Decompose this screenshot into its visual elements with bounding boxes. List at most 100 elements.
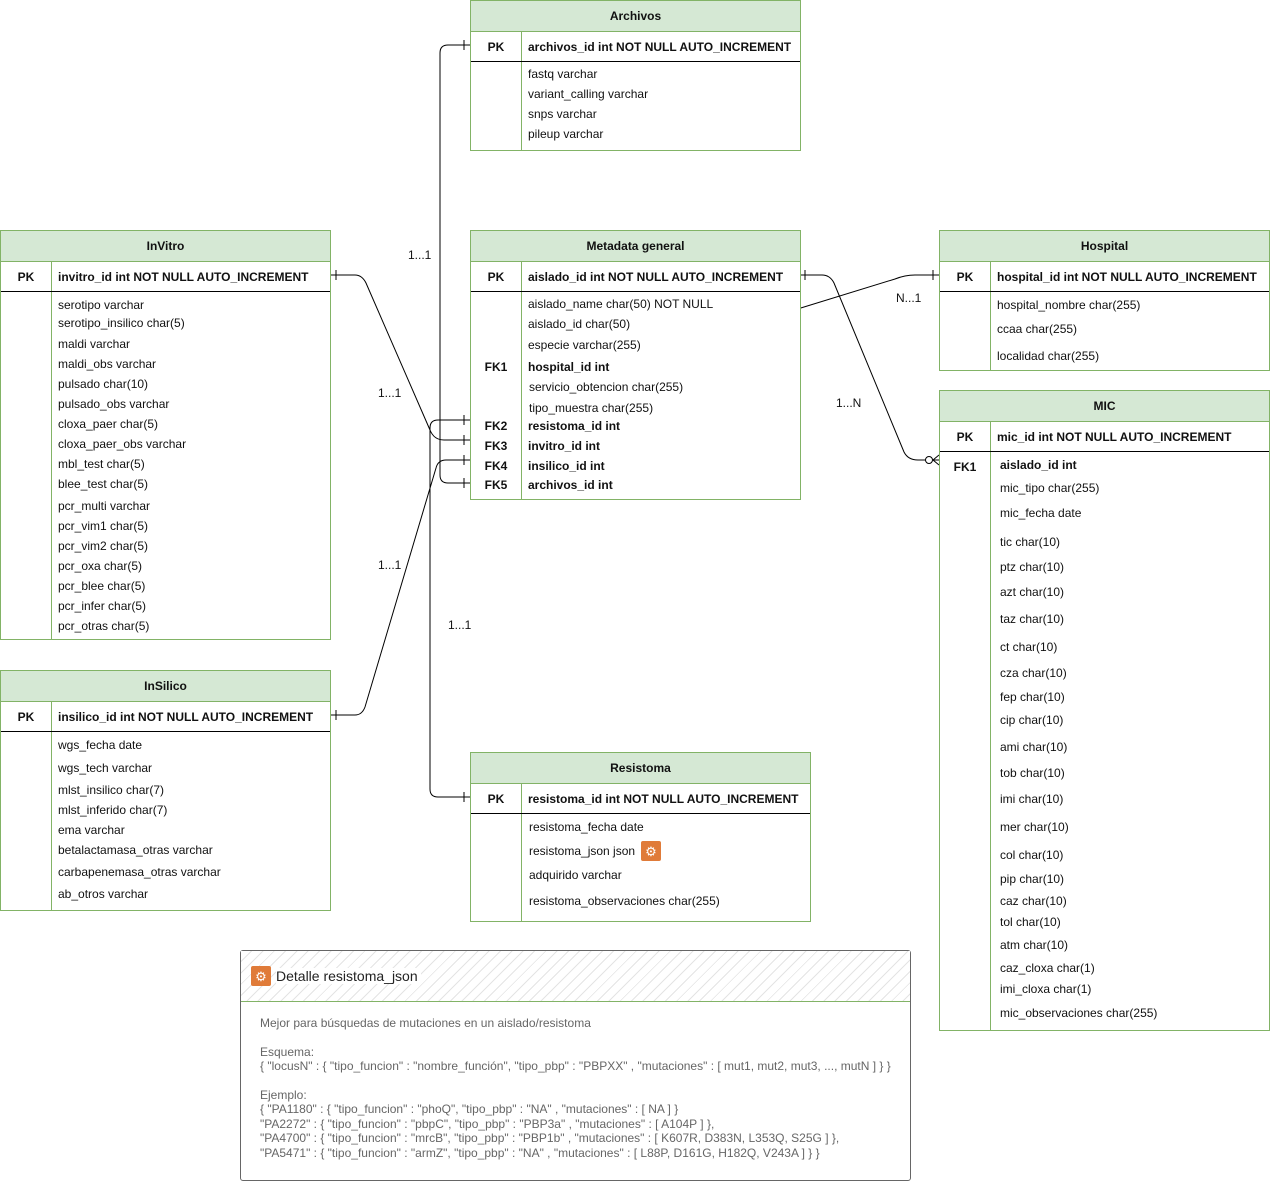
note-schema: { "locusN" : { "tipo_funcion" : "nombre_… xyxy=(260,1059,891,1073)
pk-field: archivos_id int NOT NULL AUTO_INCREMENT xyxy=(528,40,792,54)
relation-label-mic: 1...N xyxy=(836,396,862,410)
entity-insilico[interactable]: InSilico PK insilico_id int NOT NULL AUT… xyxy=(0,670,331,911)
field: pcr_multi varchar xyxy=(58,499,151,513)
field: fastq varchar xyxy=(528,67,598,81)
key-column xyxy=(940,292,991,371)
field: wgs_fecha date xyxy=(58,738,143,752)
field: ptz char(10) xyxy=(1000,560,1065,574)
pk-label: PK xyxy=(487,792,505,806)
field: tob char(10) xyxy=(1000,766,1065,780)
note-schema-label: Esquema: xyxy=(260,1045,315,1059)
field: tipo_muestra char(255) xyxy=(529,401,654,415)
field: mbl_test char(5) xyxy=(58,457,145,471)
fk-label: FK1 xyxy=(953,460,977,474)
pk-row: PK invitro_id int NOT NULL AUTO_INCREMEN… xyxy=(1,262,330,292)
fk-label: FK2 xyxy=(484,419,508,433)
key-column xyxy=(1,732,52,911)
relation-resistoma-line xyxy=(429,419,470,798)
field: cloxa_paer char(5) xyxy=(58,417,159,431)
entity-metadata-general[interactable]: Metadata general PK aislado_id int NOT N… xyxy=(470,230,801,500)
fk-field: invitro_id int xyxy=(528,439,600,453)
field: ema varchar xyxy=(58,823,125,837)
fields-section: aislado_name char(50) NOT NULL aislado_i… xyxy=(471,292,800,500)
field: cza char(10) xyxy=(1000,666,1067,680)
field: tic char(10) xyxy=(1000,535,1061,549)
field: cip char(10) xyxy=(1000,713,1064,727)
pk-field: insilico_id int NOT NULL AUTO_INCREMENT xyxy=(58,710,314,724)
entity-mic[interactable]: MIC PK mic_id int NOT NULL AUTO_INCREMEN… xyxy=(939,390,1270,1031)
field: pcr_blee char(5) xyxy=(58,579,146,593)
field: col char(10) xyxy=(1000,848,1064,862)
field: caz char(10) xyxy=(1000,894,1067,908)
field: pileup varchar xyxy=(528,127,604,141)
field: pcr_vim1 char(5) xyxy=(58,519,149,533)
fk-field: archivos_id int xyxy=(528,478,613,492)
fk-field: aislado_id int xyxy=(1000,458,1077,472)
fk-field: insilico_id int xyxy=(528,459,605,473)
entity-resistoma[interactable]: Resistoma PK resistoma_id int NOT NULL A… xyxy=(470,752,811,922)
relation-label-archivos: 1...1 xyxy=(408,248,432,262)
relation-invitro-line xyxy=(330,274,470,441)
field: serotipo varchar xyxy=(58,298,145,312)
field: taz char(10) xyxy=(1000,612,1065,626)
field: tol char(10) xyxy=(1000,915,1061,929)
fk-label: FK4 xyxy=(484,459,508,473)
field: betalactamasa_otras varchar xyxy=(58,843,213,857)
entity-title: Hospital xyxy=(940,231,1269,262)
field: pip char(10) xyxy=(1000,872,1065,886)
relation-label-invitro: 1...1 xyxy=(378,386,402,400)
note-example-label: Ejemplo: xyxy=(260,1088,307,1102)
note-description: Mejor para búsquedas de mutaciones en un… xyxy=(260,1016,591,1030)
pk-field: hospital_id int NOT NULL AUTO_INCREMENT xyxy=(997,270,1257,284)
key-column xyxy=(1,292,52,640)
field: especie varchar(255) xyxy=(528,338,641,352)
field: mlst_insilico char(7) xyxy=(58,783,165,797)
field: maldi varchar xyxy=(58,337,131,351)
entity-hospital[interactable]: Hospital PK hospital_id int NOT NULL AUT… xyxy=(939,230,1270,371)
resistoma-json-note[interactable]: ⚙ Detalle resistoma_json Mejor para búsq… xyxy=(240,950,911,1181)
pk-row: PK resistoma_id int NOT NULL AUTO_INCREM… xyxy=(471,784,810,814)
pk-row: PK hospital_id int NOT NULL AUTO_INCREME… xyxy=(940,262,1269,292)
field: aislado_id char(50) xyxy=(528,317,631,331)
pk-field: mic_id int NOT NULL AUTO_INCREMENT xyxy=(997,430,1232,444)
pk-field: invitro_id int NOT NULL AUTO_INCREMENT xyxy=(58,270,309,284)
field: blee_test char(5) xyxy=(58,477,149,491)
field: carbapenemasa_otras varchar xyxy=(58,865,221,879)
relation-label-resistoma: 1...1 xyxy=(448,618,472,632)
field: pulsado char(10) xyxy=(58,377,149,391)
field: pcr_oxa char(5) xyxy=(58,559,143,573)
entity-invitro[interactable]: InVitro PK invitro_id int NOT NULL AUTO_… xyxy=(0,230,331,640)
field: adquirido varchar xyxy=(529,868,622,882)
field: localidad char(255) xyxy=(997,349,1100,363)
pk-label: PK xyxy=(487,270,505,284)
gear-icon[interactable]: ⚙ xyxy=(641,841,661,861)
fk-label: FK1 xyxy=(484,360,508,374)
field: mer char(10) xyxy=(1000,820,1069,834)
entity-title: MIC xyxy=(940,391,1269,422)
fk-label: FK5 xyxy=(484,478,508,492)
entity-title: InSilico xyxy=(1,671,330,702)
pk-label: PK xyxy=(17,710,35,724)
pk-row: PK insilico_id int NOT NULL AUTO_INCREME… xyxy=(1,702,330,732)
field: ami char(10) xyxy=(1000,740,1068,754)
relation-archivos-line xyxy=(439,44,470,484)
pk-field: aislado_id int NOT NULL AUTO_INCREMENT xyxy=(528,270,784,284)
pk-label: PK xyxy=(956,430,974,444)
field: resistoma_fecha date xyxy=(529,820,644,834)
entity-archivos[interactable]: Archivos PK archivos_id int NOT NULL AUT… xyxy=(470,0,801,151)
field: azt char(10) xyxy=(1000,585,1065,599)
fk-label: FK3 xyxy=(484,439,508,453)
field: cloxa_paer_obs varchar xyxy=(58,437,187,451)
field: mlst_inferido char(7) xyxy=(58,803,168,817)
field: imi char(10) xyxy=(1000,792,1064,806)
pk-label: PK xyxy=(17,270,35,284)
fields-section: serotipo varchar serotipo_insilico char(… xyxy=(1,292,330,640)
pk-row: PK archivos_id int NOT NULL AUTO_INCREME… xyxy=(471,32,800,62)
pk-field: resistoma_id int NOT NULL AUTO_INCREMENT xyxy=(528,792,799,806)
field: pcr_infer char(5) xyxy=(58,599,147,613)
entity-title: Archivos xyxy=(471,1,800,32)
fields-section: resistoma_fecha date resistoma_json json… xyxy=(471,814,810,922)
field: snps varchar xyxy=(528,107,597,121)
note-example-line: "PA2272" : { "tipo_funcion" : "pbpC", "t… xyxy=(260,1117,715,1131)
field: hospital_nombre char(255) xyxy=(997,298,1141,312)
